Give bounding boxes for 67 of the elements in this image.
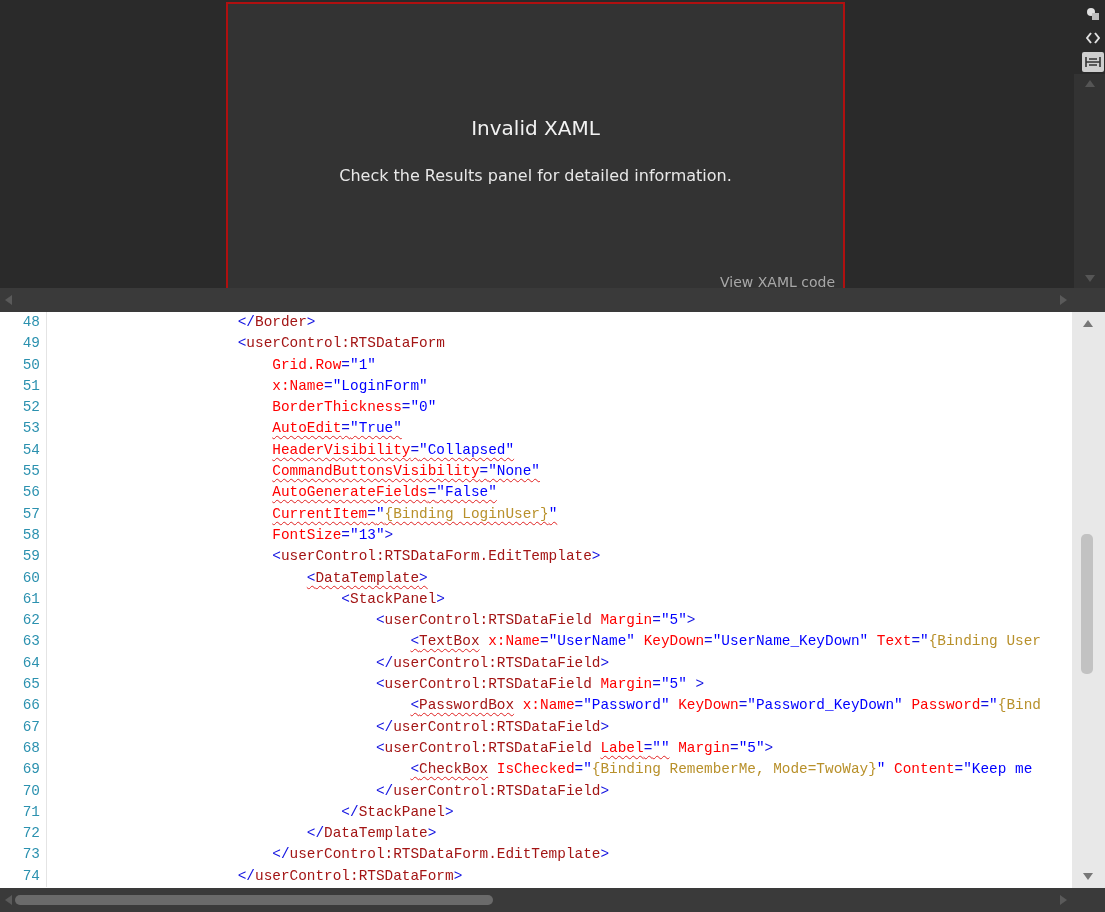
code-line: AutoEdit="True" <box>271 419 402 439</box>
line-number: 61 <box>0 588 47 611</box>
code-line: </userControl:RTSDataField> <box>374 653 610 673</box>
error-title: Invalid XAML <box>471 116 600 140</box>
code-line: </userControl:RTSDataForm> <box>236 866 463 886</box>
error-message: Check the Results panel for detailed information. <box>339 166 732 185</box>
line-number: 73 <box>0 844 47 866</box>
line-number: 51 <box>0 375 47 398</box>
line-number: 53 <box>0 418 47 440</box>
code-line: <userControl:RTSDataForm.EditTemplate> <box>271 547 601 567</box>
line-number: 70 <box>0 780 47 802</box>
line-number: 54 <box>0 439 47 462</box>
code-line: </DataTemplate> <box>305 824 437 844</box>
scroll-down-icon[interactable] <box>1083 873 1093 880</box>
code-line: FontSize="13"> <box>271 525 394 545</box>
line-number: 52 <box>0 397 47 419</box>
line-number: 57 <box>0 503 47 525</box>
line-number: 49 <box>0 333 47 355</box>
scroll-thumb[interactable] <box>1081 534 1093 674</box>
line-number: 58 <box>0 524 47 547</box>
line-number: 67 <box>0 716 47 738</box>
line-number: 48 <box>0 312 47 334</box>
code-line: </StackPanel> <box>340 802 454 822</box>
code-line: </userControl:RTSDataField> <box>374 717 610 737</box>
code-line: <userControl:RTSDataField Margin="5"> <box>374 611 696 631</box>
line-number: 72 <box>0 823 47 845</box>
line-number: 59 <box>0 546 47 568</box>
line-number: 55 <box>0 461 47 483</box>
code-line: </userControl:RTSDataForm.EditTemplate> <box>271 845 610 865</box>
line-number: 69 <box>0 759 47 781</box>
code-line: </userControl:RTSDataField> <box>374 781 610 801</box>
code-line: BorderThickness="0" <box>271 398 437 418</box>
line-number: 60 <box>0 567 47 589</box>
scrollbar[interactable] <box>1074 74 1105 288</box>
code-line: HeaderVisibility="Collapsed" <box>271 440 515 460</box>
line-number: 68 <box>0 737 47 760</box>
code-line: <CheckBox IsChecked="{Binding RememberMe, Mode=TwoWay}" Content="Keep me <box>409 760 1033 780</box>
code-line: <TextBox x:Name="UserName" KeyDown="UserName_KeyDown" Text="{Binding User <box>409 632 1041 652</box>
view-xaml-link[interactable]: View XAML code <box>720 274 835 288</box>
code-line: <PasswordBox x:Name="Password" KeyDown="Password_KeyDown" Password="{Bind <box>409 696 1041 716</box>
code-line: x:Name="LoginForm" <box>271 376 428 396</box>
code-line: <userControl:RTSDataField Label="" Margin="5"> <box>374 738 774 758</box>
code-icon[interactable] <box>1086 31 1100 45</box>
line-number: 74 <box>0 865 47 887</box>
code-line: CurrentItem="{Binding LoginUser}" <box>271 504 558 524</box>
code-line: </Border> <box>236 313 316 332</box>
line-number: 63 <box>0 631 47 653</box>
line-number: 62 <box>0 610 47 632</box>
layers-icon[interactable] <box>1086 7 1100 21</box>
scroll-left-icon[interactable] <box>5 295 12 305</box>
code-line: AutoGenerateFields="False" <box>271 483 497 503</box>
scroll-up-icon[interactable] <box>1083 320 1093 327</box>
line-number: 64 <box>0 652 47 675</box>
line-number: 66 <box>0 695 47 717</box>
code-line: <StackPanel> <box>340 589 445 609</box>
line-number: 71 <box>0 801 47 824</box>
code-line: <userControl:RTSDataField Margin="5" > <box>374 675 705 695</box>
line-number: 65 <box>0 674 47 696</box>
code-line: <userControl:RTSDataForm <box>236 334 445 354</box>
code-line: Grid.Row="1" <box>271 355 376 375</box>
code-line: CommandButtonsVisibility="None" <box>271 462 540 482</box>
scroll-up-icon[interactable] <box>1084 80 1095 87</box>
ruler-icon[interactable] <box>1085 56 1101 68</box>
scroll-thumb[interactable] <box>15 895 493 905</box>
line-number: 56 <box>0 482 47 504</box>
line-number: 50 <box>0 354 47 376</box>
code-line: <DataTemplate> <box>305 568 428 588</box>
